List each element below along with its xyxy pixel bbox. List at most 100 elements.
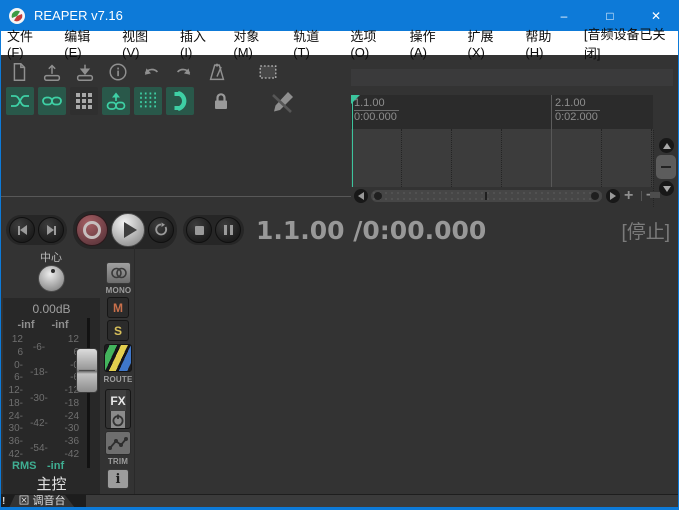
ruler-time-label: 0:02.000: [555, 111, 598, 123]
record-button[interactable]: [76, 214, 108, 246]
panel-edge: [134, 246, 135, 494]
stop-button[interactable]: [186, 217, 212, 243]
auto-crossfade-icon[interactable]: [6, 87, 34, 115]
redo-icon[interactable]: [171, 59, 196, 84]
play-button[interactable]: [111, 213, 145, 247]
grid-line: [401, 129, 402, 187]
toolbar-row1: [6, 59, 280, 84]
grid-line: [451, 129, 452, 187]
fx-button[interactable]: FX: [105, 389, 131, 429]
item-grouping-icon[interactable]: [70, 87, 98, 115]
play-icon: [124, 222, 137, 238]
snap-magnet-icon[interactable]: [166, 87, 194, 115]
envelope-link-icon[interactable]: [102, 87, 130, 115]
save-project-icon[interactable]: [72, 59, 97, 84]
transport-group: [73, 211, 177, 249]
pan-label: 中心: [30, 249, 72, 265]
knob-indicator: [51, 269, 55, 273]
scroll-right-button[interactable]: [606, 189, 620, 203]
lock-icon[interactable]: [207, 87, 235, 115]
ruler-time-label: 0:00.000: [354, 111, 397, 123]
zoom-in-button[interactable]: +: [624, 188, 633, 204]
loop-icon: [153, 222, 169, 238]
edit-cursor-flag: [351, 95, 360, 104]
divider: [641, 191, 642, 201]
volume-fader-track[interactable]: [87, 318, 90, 468]
grid-line: [601, 129, 602, 187]
transport-group: [6, 215, 67, 245]
pause-icon: [224, 225, 227, 235]
undo-icon[interactable]: [138, 59, 163, 84]
marquee-select-icon[interactable]: [255, 59, 280, 84]
mono-button[interactable]: [106, 262, 131, 284]
stop-icon: [195, 226, 204, 235]
menu-edit[interactable]: 编辑(E): [64, 26, 103, 60]
menu-insert[interactable]: 插入(I): [180, 26, 214, 60]
scrollbar-end-knob[interactable]: [374, 192, 382, 200]
mono-caption: MONO: [99, 286, 138, 295]
scroll-left-button[interactable]: [354, 189, 368, 203]
project-settings-icon[interactable]: [105, 59, 130, 84]
open-project-icon[interactable]: [39, 59, 64, 84]
minus-icon: [661, 166, 671, 168]
arrange-view[interactable]: [351, 129, 653, 187]
track-info-button[interactable]: i: [107, 469, 129, 489]
go-to-start-button[interactable]: [9, 217, 35, 243]
menu-item[interactable]: 对象(M): [233, 26, 274, 60]
record-icon: [83, 221, 101, 239]
meter-scale-mid: -6--18- -30--42- -54-: [25, 342, 53, 454]
fx-bypass-button[interactable]: [111, 411, 125, 428]
vertical-zoom-button[interactable]: [656, 155, 676, 179]
audio-device-status[interactable]: [音频设备已关闭]: [584, 24, 672, 62]
transport-position-display[interactable]: 1.1.00 /0:00.000: [256, 216, 486, 245]
measure-line: [551, 129, 552, 187]
menu-options[interactable]: 选项(O): [350, 26, 390, 60]
grid-toggle-icon[interactable]: [134, 87, 162, 115]
menu-actions[interactable]: 操作(A): [410, 26, 449, 60]
ripple-edit-pencil-icon[interactable]: [269, 87, 297, 115]
toolbar-row2: [6, 87, 297, 115]
metronome-icon[interactable]: [204, 59, 229, 84]
fx-label[interactable]: FX: [110, 390, 125, 411]
status-bar: ! ⊠ 调音台: [0, 494, 679, 507]
solo-button[interactable]: S: [107, 320, 129, 341]
item-link-icon[interactable]: [38, 87, 66, 115]
reaper-window: REAPER v7.16 – □ ✕ 文件(F) 编辑(E) 视图(V) 插入(…: [0, 0, 679, 510]
master-track-name[interactable]: 主控: [3, 473, 100, 494]
volume-fader-handle[interactable]: [76, 348, 98, 393]
menu-view[interactable]: 视图(V): [122, 26, 161, 60]
timeline-ruler[interactable]: 1.1.00 0:00.000 2.1.00 0:02.000: [351, 95, 653, 129]
master-meter[interactable]: 0.00dB -inf -inf 126 0-6- 12-18- 24-30- …: [3, 298, 100, 494]
vscroll-down-button[interactable]: [659, 181, 674, 196]
menu-help[interactable]: 帮助(H): [525, 26, 565, 60]
peak-right-value: -inf: [45, 319, 75, 331]
menu-file[interactable]: 文件(F): [7, 26, 45, 60]
close-box-icon: ⊠: [18, 495, 29, 507]
grid-line: [501, 129, 502, 187]
pan-knob[interactable]: [38, 265, 65, 292]
ruler-measure-tick: [551, 95, 552, 129]
grid-line: [651, 129, 652, 187]
mixer-tab-label: 调音台: [33, 495, 66, 507]
menu-track[interactable]: 轨道(T): [293, 26, 331, 60]
loop-button[interactable]: [148, 217, 174, 243]
vscroll-up-button[interactable]: [659, 138, 674, 153]
peak-left-value: -inf: [11, 319, 41, 331]
meter-scale-left: 126 0-6- 12-18- 24-30- 36-42-: [3, 334, 23, 460]
route-button[interactable]: [104, 344, 132, 372]
transport-group: [183, 215, 244, 245]
new-project-icon[interactable]: [6, 59, 31, 84]
rms-label: RMS: [12, 460, 36, 472]
edit-cursor: [352, 95, 353, 187]
menu-bar: 文件(F) 编辑(E) 视图(V) 插入(I) 对象(M) 轨道(T) 选项(O…: [0, 31, 679, 55]
mute-button[interactable]: M: [107, 297, 129, 318]
trim-envelope-button[interactable]: [105, 431, 131, 455]
menu-extensions[interactable]: 扩展(X): [467, 26, 506, 60]
rms-value: -inf: [47, 460, 64, 472]
scrollbar-end-knob[interactable]: [591, 192, 599, 200]
scrollbar-track[interactable]: [371, 190, 602, 202]
ruler-marker: 2.1.00 0:02.000: [555, 97, 600, 124]
go-to-end-button[interactable]: [38, 217, 64, 243]
window-title: REAPER v7.16: [34, 8, 123, 23]
pause-button[interactable]: [215, 217, 241, 243]
